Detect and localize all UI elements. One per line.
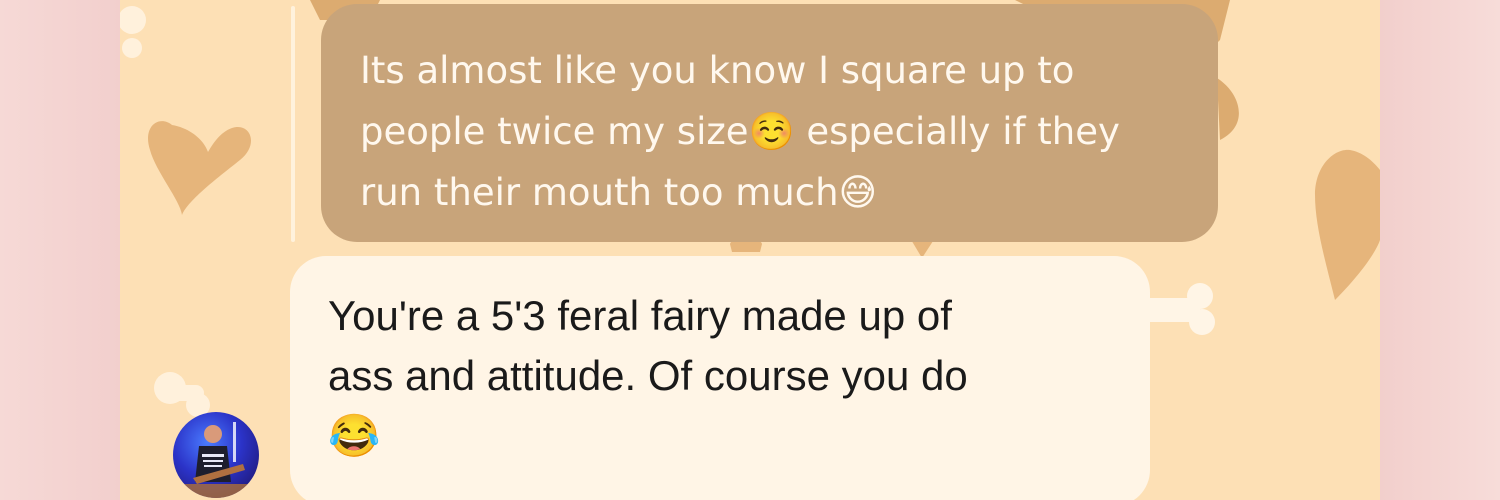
quoted-message-bubble[interactable]: Its almost like you know I square up to …	[321, 4, 1218, 242]
chat-panel[interactable]: Its almost like you know I square up to …	[120, 0, 1380, 500]
smiling-blush-emoji: ☺️	[748, 110, 795, 153]
sender-avatar[interactable]	[173, 412, 259, 498]
bone-icon-bubble-tab	[1140, 283, 1215, 335]
avatar-photo	[173, 422, 259, 498]
quoted-text-line-3: run their mouth too much	[360, 171, 839, 214]
sweat-smile-emoji: 😅	[838, 171, 878, 214]
heart-icon-right	[1315, 149, 1380, 300]
reply-message-text: You're a 5'3 feral fairy made up of ass …	[328, 286, 1120, 466]
bone-icon-left-edge	[120, 6, 146, 58]
heart-icon-left	[148, 121, 252, 215]
reply-indicator-bar	[291, 6, 295, 242]
left-background-panel	[0, 0, 120, 500]
quoted-text-line-2: people twice my size	[360, 110, 749, 153]
quoted-message-text: Its almost like you know I square up to …	[360, 40, 1178, 223]
reply-message-bubble[interactable]: You're a 5'3 feral fairy made up of ass …	[290, 256, 1150, 500]
reply-text-line-2: ass and attitude. Of course you do	[328, 352, 968, 399]
quoted-text-line-1: Its almost like you know I square up to	[360, 49, 1075, 92]
bone-icon-bottom-left	[154, 372, 210, 417]
quoted-text-line-2b: especially if they	[794, 110, 1120, 153]
tears-of-joy-emoji: 😂	[328, 412, 381, 459]
right-background-panel	[1380, 0, 1500, 500]
reply-text-line-1: You're a 5'3 feral fairy made up of	[328, 292, 952, 339]
